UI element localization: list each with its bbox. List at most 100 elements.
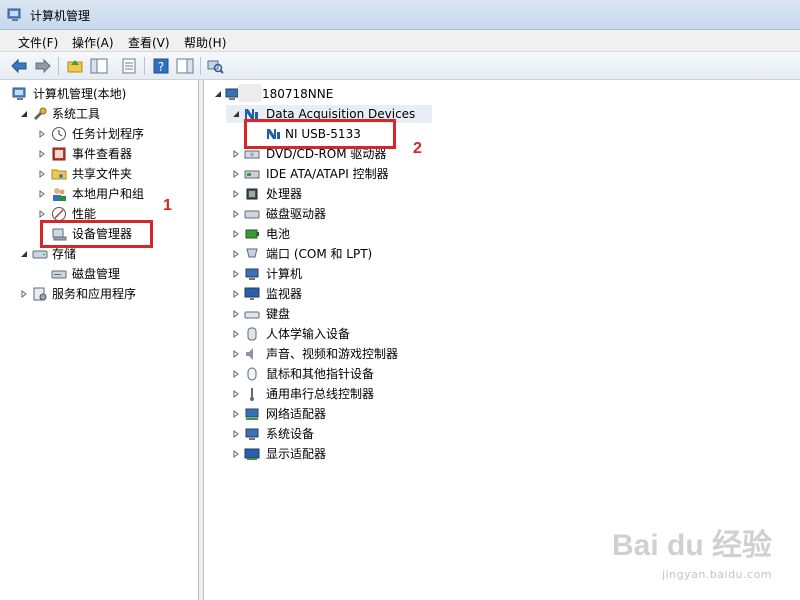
- menu-view[interactable]: 查看(V): [128, 34, 170, 51]
- ni-icon: [245, 109, 258, 119]
- tree-item-label: 键盘: [266, 307, 291, 321]
- computer-management-icon: [12, 87, 26, 100]
- svg-text:?: ?: [158, 60, 164, 74]
- toolbar-separator: [144, 57, 145, 75]
- action-pane-icon[interactable]: [176, 57, 194, 75]
- expand-arrow-icon[interactable]: [232, 370, 240, 378]
- properties-icon[interactable]: [120, 57, 138, 75]
- tree-item-label: 存储: [52, 247, 77, 261]
- expand-arrow-icon[interactable]: [232, 150, 240, 158]
- shared-folders-icon: [51, 169, 67, 180]
- collapse-arrow-icon[interactable]: [214, 90, 222, 98]
- computer-icon: [245, 268, 259, 280]
- ide-controller-icon: [244, 170, 260, 179]
- tree-item-label: 鼠标和其他指针设备: [266, 367, 375, 381]
- expand-arrow-icon[interactable]: [232, 170, 240, 178]
- computer-management-icon: [7, 8, 21, 21]
- display-adapter-icon: [244, 448, 260, 460]
- expand-arrow-icon[interactable]: [232, 350, 240, 358]
- tree-item-label: 设备管理器: [72, 227, 133, 241]
- processor-icon: [246, 188, 258, 200]
- watermark-logo: Bai du 经验: [612, 529, 773, 562]
- tree-item-label: IDE ATA/ATAPI 控制器: [266, 167, 389, 181]
- device-manager-icon: [52, 228, 67, 241]
- menu-bar: 文件(F) 操作(A) 查看(V) 帮助(H): [0, 30, 800, 52]
- forward-icon[interactable]: [34, 57, 52, 75]
- collapse-arrow-icon[interactable]: [232, 110, 240, 118]
- title-bar: 计算机管理: [0, 0, 800, 30]
- menu-help[interactable]: 帮助(H): [184, 34, 226, 51]
- tree-item-label: DVD/CD-ROM 驱动器: [266, 147, 387, 161]
- collapse-arrow-icon[interactable]: [20, 250, 28, 258]
- toolbar: ?: [0, 52, 800, 80]
- services-icon: [33, 287, 47, 301]
- tree-item-label: 计算机: [266, 267, 303, 281]
- collapse-arrow-icon[interactable]: [20, 110, 28, 118]
- tree-item-label: 事件查看器: [72, 147, 133, 161]
- mouse-icon: [247, 367, 257, 381]
- hid-icon: [247, 327, 257, 341]
- network-adapter-icon: [245, 408, 259, 420]
- expand-arrow-icon[interactable]: [232, 190, 240, 198]
- expand-arrow-icon[interactable]: [232, 390, 240, 398]
- expand-arrow-icon[interactable]: [232, 270, 240, 278]
- up-folder-icon[interactable]: [66, 57, 84, 75]
- disk-drive-icon: [244, 210, 260, 219]
- dvd-drive-icon: [244, 150, 260, 159]
- tree-item-label: 端口 (COM 和 LPT): [266, 247, 373, 261]
- help-icon[interactable]: ?: [152, 57, 170, 75]
- expand-arrow-icon[interactable]: [232, 330, 240, 338]
- expand-arrow-icon[interactable]: [38, 150, 46, 158]
- computer-name: 180718NNE: [262, 87, 334, 101]
- tree-item-label: Data Acquisition Devices: [266, 107, 416, 121]
- battery-icon: [245, 229, 259, 239]
- tree-item-label: 网络适配器: [266, 407, 327, 421]
- expand-arrow-icon[interactable]: [232, 250, 240, 258]
- tree-item-label: 磁盘驱动器: [266, 207, 327, 221]
- tree-item-label: 服务和应用程序: [52, 287, 137, 301]
- toolbar-separator: [200, 57, 201, 75]
- tree-item-label: 电池: [266, 227, 291, 241]
- tree-item-label: NI USB-5133: [285, 127, 361, 141]
- local-users-icon: [53, 188, 66, 201]
- expand-arrow-icon[interactable]: [20, 290, 28, 298]
- tree-item-label: 性能: [72, 207, 97, 221]
- task-scheduler-icon: [52, 127, 66, 141]
- expand-arrow-icon[interactable]: [232, 430, 240, 438]
- toolbar-separator: [58, 57, 59, 75]
- expand-arrow-icon[interactable]: [232, 230, 240, 238]
- scan-hardware-icon[interactable]: [206, 57, 224, 75]
- keyboard-icon: [244, 311, 260, 319]
- expand-arrow-icon[interactable]: [38, 210, 46, 218]
- menu-action[interactable]: 操作(A): [72, 34, 114, 51]
- tree-item-label: 本地用户和组: [72, 187, 145, 201]
- ni-icon: [267, 129, 280, 139]
- show-tree-icon[interactable]: [90, 57, 108, 75]
- expand-arrow-icon[interactable]: [232, 290, 240, 298]
- expand-arrow-icon[interactable]: [232, 310, 240, 318]
- expand-arrow-icon[interactable]: [38, 190, 46, 198]
- performance-icon: [52, 207, 66, 221]
- callout-number-1: 1: [163, 197, 172, 214]
- expand-arrow-icon[interactable]: [232, 450, 240, 458]
- storage-icon: [32, 250, 48, 259]
- back-icon[interactable]: [10, 57, 28, 75]
- tree-item-label: 处理器: [266, 187, 303, 201]
- expand-arrow-icon[interactable]: [38, 170, 46, 178]
- event-viewer-icon: [52, 147, 66, 161]
- expand-arrow-icon[interactable]: [38, 130, 46, 138]
- system-devices-icon: [245, 428, 259, 440]
- tree-item-label: 监视器: [266, 287, 303, 301]
- monitor-icon: [244, 287, 260, 300]
- menu-file[interactable]: 文件(F): [18, 34, 58, 51]
- redacted-name-blur: [238, 84, 262, 102]
- disk-management-icon: [51, 270, 67, 279]
- expand-arrow-icon[interactable]: [232, 410, 240, 418]
- left-tree-pane[interactable]: 计算机管理(本地) 系统工具 任务计划程序 事件查看器 共享文件夹 本地用户和组…: [0, 80, 199, 600]
- tree-item-data-acquisition-devices[interactable]: Data Acquisition Devices: [226, 105, 432, 123]
- watermark-url: jingyan.baidu.com: [662, 568, 773, 581]
- sound-icon: [246, 348, 253, 360]
- watermark: Bai du 经验 jingyan.baidu.com: [612, 516, 792, 596]
- expand-arrow-icon[interactable]: [232, 210, 240, 218]
- tree-item-label: 通用串行总线控制器: [266, 387, 375, 401]
